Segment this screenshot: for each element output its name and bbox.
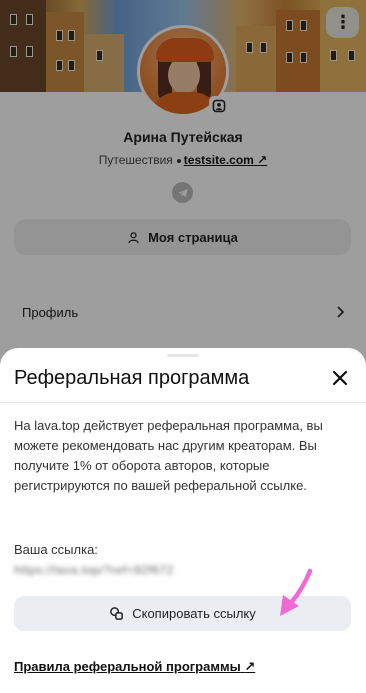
copy-icon (110, 607, 124, 620)
pink-arrow-annotation (280, 568, 313, 616)
referral-link-value: https://lava.top/?ref=92f672 (14, 563, 174, 577)
drag-handle[interactable] (167, 354, 199, 357)
divider (0, 402, 366, 403)
referral-description: На lava.top действует реферальная програ… (14, 418, 323, 493)
copy-link-label: Скопировать ссылку (132, 606, 256, 621)
close-button[interactable] (330, 368, 350, 388)
close-icon (333, 371, 347, 385)
link-label: Ваша ссылка: (14, 542, 98, 557)
modal-title: Реферальная программа (14, 367, 250, 389)
referral-modal: Реферальная программа На lava.top действ… (0, 348, 366, 693)
referral-rules-link[interactable]: Правила реферальной программы ↗ (14, 659, 255, 675)
